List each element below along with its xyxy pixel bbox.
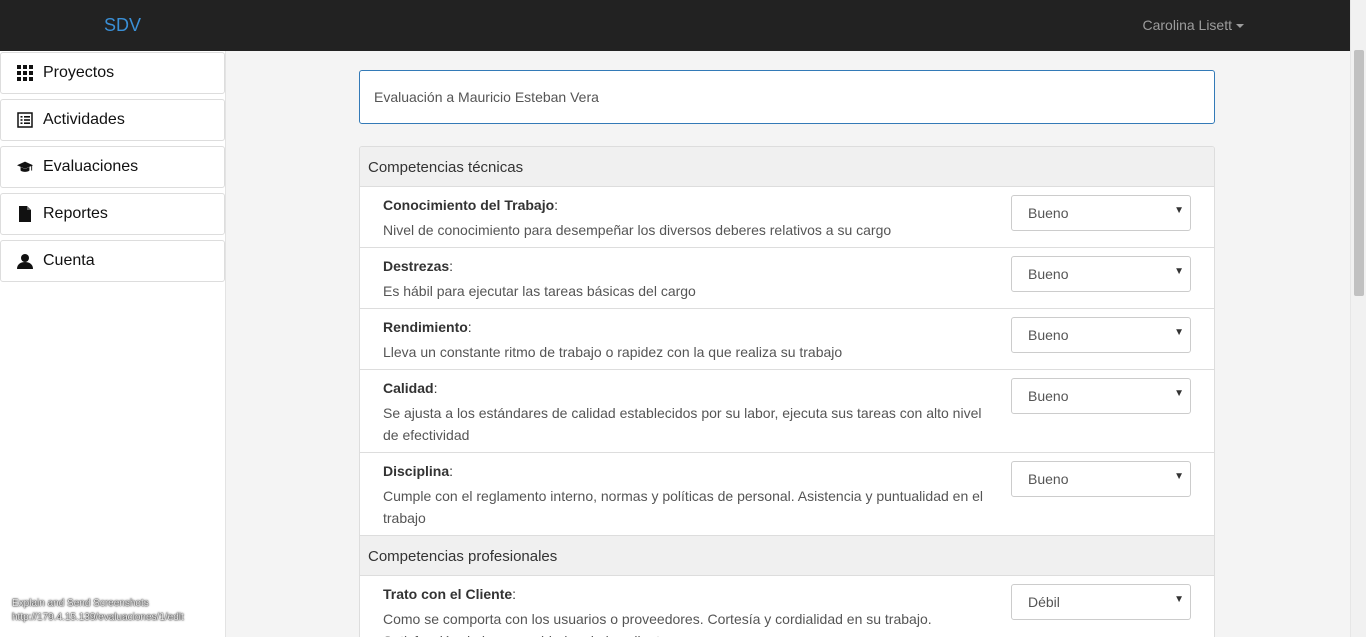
graduation-cap-icon bbox=[17, 159, 33, 175]
dropdown-arrow-icon: ▼ bbox=[1174, 266, 1184, 277]
criterion-row: Destrezas: Es hábil para ejecutar las ta… bbox=[360, 248, 1214, 309]
criterion-description: Como se comporta con los usuarios o prov… bbox=[383, 611, 932, 637]
sidebar-item-cuenta[interactable]: Cuenta bbox=[0, 240, 225, 282]
criterion-name: Calidad: bbox=[383, 380, 438, 396]
section-header-tecnicas: Competencias técnicas bbox=[360, 147, 1214, 187]
sidebar-item-reportes[interactable]: Reportes bbox=[0, 193, 225, 235]
sidebar-item-label: Actividades bbox=[43, 111, 125, 128]
criterion-name: Disciplina: bbox=[383, 463, 454, 479]
rating-value: Débil bbox=[1028, 594, 1060, 610]
rating-select[interactable]: Bueno ▼ bbox=[1011, 256, 1191, 292]
user-icon bbox=[17, 253, 33, 269]
file-icon bbox=[17, 206, 33, 222]
dropdown-arrow-icon: ▼ bbox=[1174, 327, 1184, 338]
section-header-profesionales: Competencias profesionales bbox=[360, 536, 1214, 576]
criterion-description: Nivel de conocimiento para desempeñar lo… bbox=[383, 222, 892, 238]
footer-note-line2: http://179.4.15.139/evaluaciones/1/edit bbox=[12, 612, 184, 623]
criterion-row: Trato con el Cliente: Como se comporta c… bbox=[360, 576, 1214, 637]
rating-value: Bueno bbox=[1028, 388, 1069, 404]
criterion-description: Es hábil para ejecutar las tareas básica… bbox=[383, 283, 696, 299]
criterion-description: Lleva un constante ritmo de trabajo o ra… bbox=[383, 344, 843, 360]
screenshot-tool-note: Explain and Send Screenshots http://179.… bbox=[12, 597, 184, 625]
evaluation-title: Evaluación a Mauricio Esteban Vera bbox=[359, 70, 1215, 124]
sidebar-item-label: Cuenta bbox=[43, 252, 95, 269]
sidebar-item-proyectos[interactable]: Proyectos bbox=[0, 52, 225, 94]
criterion-row: Disciplina: Cumple con el reglamento int… bbox=[360, 453, 1214, 536]
footer-note-line1: Explain and Send Screenshots bbox=[12, 598, 149, 609]
brand-link[interactable]: SDV bbox=[104, 15, 141, 36]
criterion-name: Conocimiento del Trabajo: bbox=[383, 197, 559, 213]
criterion-description: Se ajusta a los estándares de calidad es… bbox=[383, 405, 982, 443]
sidebar-item-label: Reportes bbox=[43, 205, 108, 222]
dropdown-arrow-icon: ▼ bbox=[1174, 205, 1184, 216]
caret-down-icon bbox=[1236, 24, 1244, 29]
criterion-name: Trato con el Cliente: bbox=[383, 586, 517, 602]
top-navbar: SDV Carolina Lisett bbox=[0, 0, 1350, 51]
criterion-description: Cumple con el reglamento interno, normas… bbox=[383, 488, 984, 526]
rating-select[interactable]: Bueno ▼ bbox=[1011, 317, 1191, 353]
sidebar: Proyectos Actividades Evaluaciones Repor… bbox=[0, 51, 226, 637]
rating-select[interactable]: Bueno ▼ bbox=[1011, 195, 1191, 231]
rating-select[interactable]: Débil ▼ bbox=[1011, 584, 1191, 620]
criterion-name: Destrezas: bbox=[383, 258, 454, 274]
criterion-row: Conocimiento del Trabajo: Nivel de conoc… bbox=[360, 187, 1214, 248]
criterion-row: Rendimiento: Lleva un constante ritmo de… bbox=[360, 309, 1214, 370]
grid-icon bbox=[17, 65, 33, 81]
criterion-name: Rendimiento: bbox=[383, 319, 472, 335]
page-scrollbar[interactable] bbox=[1350, 0, 1366, 637]
sidebar-item-actividades[interactable]: Actividades bbox=[0, 99, 225, 141]
evaluation-panel: Competencias técnicas Conocimiento del T… bbox=[359, 146, 1215, 637]
rating-select[interactable]: Bueno ▼ bbox=[1011, 378, 1191, 414]
list-icon bbox=[17, 112, 33, 128]
rating-value: Bueno bbox=[1028, 327, 1069, 343]
rating-value: Bueno bbox=[1028, 266, 1069, 282]
user-menu[interactable]: Carolina Lisett bbox=[1142, 17, 1244, 33]
dropdown-arrow-icon: ▼ bbox=[1174, 471, 1184, 482]
dropdown-arrow-icon: ▼ bbox=[1174, 388, 1184, 399]
sidebar-item-evaluaciones[interactable]: Evaluaciones bbox=[0, 146, 225, 188]
rating-value: Bueno bbox=[1028, 205, 1069, 221]
criterion-row: Calidad: Se ajusta a los estándares de c… bbox=[360, 370, 1214, 453]
scrollbar-thumb[interactable] bbox=[1354, 50, 1364, 296]
dropdown-arrow-icon: ▼ bbox=[1174, 594, 1184, 605]
rating-value: Bueno bbox=[1028, 471, 1069, 487]
sidebar-item-label: Evaluaciones bbox=[43, 158, 139, 175]
user-name: Carolina Lisett bbox=[1142, 17, 1233, 33]
sidebar-item-label: Proyectos bbox=[43, 64, 115, 81]
rating-select[interactable]: Bueno ▼ bbox=[1011, 461, 1191, 497]
